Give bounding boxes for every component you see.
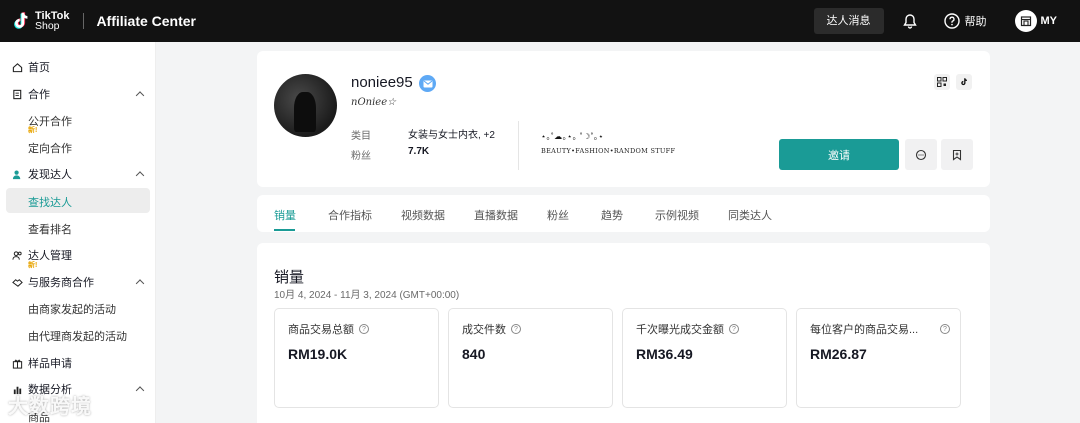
bookmark-button[interactable] — [941, 139, 973, 170]
sidebar-item-label: 合作 — [28, 89, 50, 101]
metric-value: RM19.0K — [288, 346, 348, 362]
gift-icon — [11, 357, 23, 369]
sidebar-item-label: 首页 — [28, 62, 50, 74]
info-icon[interactable]: ? — [359, 324, 369, 334]
tab-sales[interactable]: 销量 — [274, 207, 296, 223]
sidebar-item-label: 与服务商合作 — [28, 277, 94, 289]
sidebar-item-label: 样品申请 — [28, 358, 72, 370]
tab-followers[interactable]: 粉丝 — [547, 207, 569, 223]
email-verified-icon — [419, 75, 436, 92]
chevron-up-icon — [135, 386, 145, 395]
qr-code-icon[interactable] — [934, 74, 950, 90]
creator-avatar — [274, 74, 337, 137]
metric-label: 千次曝光成交金额 — [636, 324, 724, 336]
sidebar-item-service-partner[interactable]: 与服务商合作 — [0, 274, 156, 290]
tab-similar-creators[interactable]: 同类达人 — [728, 207, 772, 223]
sidebar-item-home[interactable]: 首页 — [0, 59, 156, 75]
creator-messages-button[interactable]: 达人消息 — [813, 8, 884, 34]
tab-live-data[interactable]: 直播数据 — [474, 207, 518, 223]
new-badge: 新! — [28, 262, 38, 269]
notification-bell-icon[interactable] — [902, 13, 918, 29]
sidebar-item-label: 发现达人 — [28, 169, 72, 181]
metric-value: RM36.49 — [636, 346, 693, 362]
handshake-icon — [11, 276, 23, 288]
chevron-up-icon — [135, 279, 145, 288]
tiktok-profile-icon[interactable] — [956, 74, 972, 90]
sales-date-range: 10月 4, 2024 - 11月 3, 2024 (GMT+00:00) — [274, 290, 460, 301]
metric-label: 商品交易总额 — [288, 324, 354, 336]
metric-card-gmv-per-customer: 每位客户的商品交易...? RM26.87 — [796, 308, 961, 408]
invite-button[interactable]: 邀请 — [779, 139, 899, 170]
creator-bio: BEAUTY•FASHION•RANDOM STUFF — [541, 147, 676, 155]
followers-label: 粉丝 — [351, 151, 371, 162]
chat-icon — [915, 149, 927, 160]
shop-avatar-icon — [1014, 10, 1037, 32]
metric-value: RM26.87 — [810, 346, 867, 362]
metric-label: 每位客户的商品交易... — [810, 324, 919, 336]
new-badge: 新! — [28, 127, 38, 134]
tab-video-data[interactable]: 视频数据 — [401, 207, 445, 223]
sidebar-item-merchant-campaigns[interactable]: 由商家发起的活动 — [28, 301, 116, 317]
followers-value: 7.7K — [408, 146, 430, 157]
creator-name: noniee95 — [351, 74, 413, 91]
category-label: 类目 — [351, 131, 371, 142]
people-icon — [11, 249, 23, 261]
active-tab-indicator — [274, 229, 295, 231]
bookmark-icon — [952, 149, 962, 161]
sales-title: 销量 — [274, 269, 305, 286]
sidebar-item-creator-management[interactable]: 达人管理 — [0, 247, 156, 263]
creator-handle: nOniee☆ — [351, 97, 397, 108]
app-title: Affiliate Center — [96, 13, 197, 29]
info-icon[interactable]: ? — [511, 324, 521, 334]
bio-decoration: ⋆｡˚☁︎｡⋆｡ ˚☽˚｡⋆ — [541, 132, 604, 141]
metric-label: 成交件数 — [462, 324, 506, 336]
metric-card-gmv: 商品交易总额? RM19.0K — [274, 308, 439, 408]
sidebar-item-sample-requests[interactable]: 样品申请 — [0, 355, 156, 371]
category-value: 女装与女士内衣, +2 — [408, 130, 495, 141]
info-icon[interactable]: ? — [940, 324, 950, 334]
tab-trends[interactable]: 趋势 — [601, 207, 623, 223]
tiktok-shop-logo[interactable]: TikTok Shop — [10, 10, 69, 32]
metric-value: 840 — [462, 346, 486, 362]
logo-text-shop: Shop — [35, 20, 60, 32]
chevron-up-icon — [135, 171, 145, 180]
sidebar-item-discover[interactable]: 发现达人 — [0, 166, 156, 182]
header-divider — [83, 13, 85, 29]
sidebar-item-agency-campaigns[interactable]: 由代理商发起的活动 — [28, 328, 127, 344]
profile-divider — [518, 121, 519, 170]
help-icon — [943, 13, 960, 29]
help-link[interactable]: 帮助 — [943, 13, 987, 29]
user-menu[interactable]: MY — [1014, 10, 1058, 32]
document-icon — [11, 88, 23, 100]
chevron-up-icon — [135, 91, 145, 100]
sidebar-item-targeted-cooperation[interactable]: 定向合作 — [28, 140, 72, 156]
home-icon — [11, 61, 23, 73]
metric-card-items-sold: 成交件数? 840 — [448, 308, 613, 408]
help-label: 帮助 — [964, 16, 987, 28]
info-icon[interactable]: ? — [729, 324, 739, 334]
tab-cooperation-metrics[interactable]: 合作指标 — [328, 207, 372, 223]
sidebar-item-find-creators[interactable]: 查找达人 — [28, 194, 72, 210]
watermark: 大数跨境 — [8, 396, 92, 418]
top-bar: TikTok Shop Affiliate Center 达人消息 帮助 MY — [0, 0, 1080, 42]
chat-button[interactable] — [905, 139, 937, 170]
metric-card-gpm: 千次曝光成交金额? RM36.49 — [622, 308, 787, 408]
sidebar-item-cooperation[interactable]: 合作 — [0, 86, 156, 102]
sidebar: 首页 合作 公开合作 新! 定向合作 发现达人 查找达人 查看排名 达人管理 新… — [0, 42, 156, 423]
sidebar-item-view-rankings[interactable]: 查看排名 — [28, 221, 72, 237]
user-label: MY — [1040, 15, 1058, 27]
tiktok-logo-icon — [14, 12, 28, 29]
person-search-icon — [11, 168, 23, 180]
tab-sample-videos[interactable]: 示例视频 — [655, 207, 699, 223]
